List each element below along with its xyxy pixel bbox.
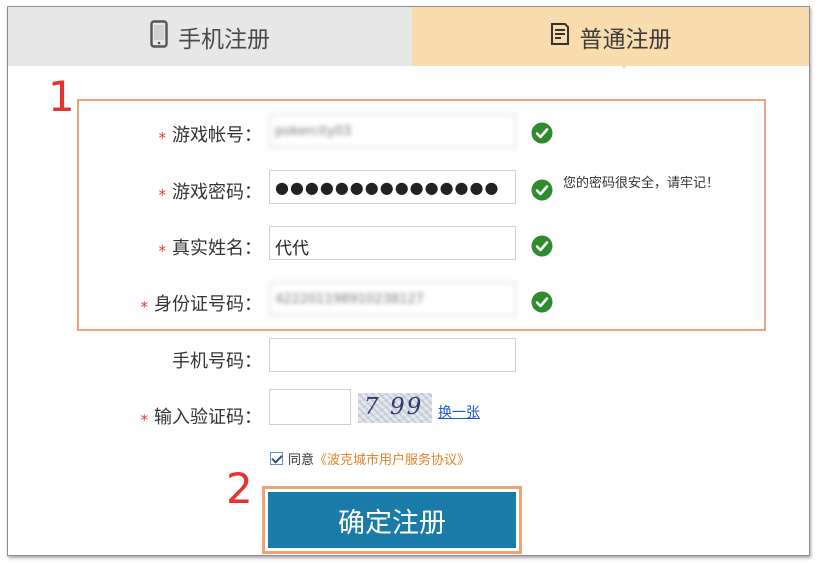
game-account-input[interactable]: pokercity03 bbox=[269, 114, 516, 148]
game-password-label: * 游戏密码： bbox=[158, 182, 263, 204]
agreement-prefix: 同意 bbox=[288, 453, 315, 468]
captcha-image-text: 7 99 bbox=[364, 394, 424, 420]
required-mark: * bbox=[158, 186, 167, 204]
tab-bar: 手机注册 普通注册 bbox=[8, 7, 809, 66]
agreement-row: 同意 《波克城市用户服务协议》 bbox=[270, 449, 470, 468]
tab-normal-label: 普通注册 bbox=[579, 26, 672, 53]
tab-phone-register[interactable]: 手机注册 bbox=[8, 7, 412, 66]
required-mark: * bbox=[140, 298, 149, 316]
check-success-icon bbox=[531, 122, 553, 144]
annotation-number-2: 2 bbox=[226, 464, 253, 513]
real-name-label: * 真实姓名： bbox=[158, 238, 263, 260]
required-mark: * bbox=[158, 242, 167, 260]
required-mark: * bbox=[140, 411, 149, 429]
tab-normal-register[interactable]: 普通注册 bbox=[412, 7, 809, 66]
captcha-image[interactable]: 7 99 bbox=[358, 393, 432, 423]
check-success-icon bbox=[531, 179, 553, 201]
check-success-icon bbox=[531, 291, 553, 313]
annotation-number-1: 1 bbox=[48, 72, 75, 121]
real-name-input[interactable]: 代代 bbox=[269, 226, 516, 260]
id-number-label: * 身份证号码： bbox=[140, 294, 263, 316]
check-success-icon bbox=[531, 235, 553, 257]
captcha-label: * 输入验证码： bbox=[140, 407, 263, 429]
document-icon bbox=[550, 22, 570, 52]
user-agreement-link[interactable]: 《波克城市用户服务协议》 bbox=[314, 449, 470, 468]
active-tab-pointer bbox=[614, 59, 634, 69]
phone-input[interactable] bbox=[269, 338, 516, 372]
agreement-checkbox[interactable] bbox=[270, 452, 283, 465]
required-mark: * bbox=[158, 129, 167, 147]
password-strength-hint: 您的密码很安全，请牢记！ bbox=[563, 176, 720, 191]
game-password-input[interactable]: ●●●●●●●●●●●●●●● bbox=[269, 170, 516, 204]
refresh-captcha-link[interactable]: 换一张 bbox=[438, 402, 480, 422]
id-number-input[interactable]: 422201198910238127 bbox=[269, 282, 516, 316]
mobile-phone-icon bbox=[150, 19, 168, 54]
tab-phone-label: 手机注册 bbox=[178, 26, 270, 53]
phone-label: 手机号码： bbox=[172, 351, 262, 372]
game-account-label: * 游戏帐号： bbox=[158, 125, 263, 147]
captcha-input[interactable] bbox=[269, 389, 351, 425]
confirm-register-button[interactable]: 确定注册 bbox=[268, 492, 516, 548]
